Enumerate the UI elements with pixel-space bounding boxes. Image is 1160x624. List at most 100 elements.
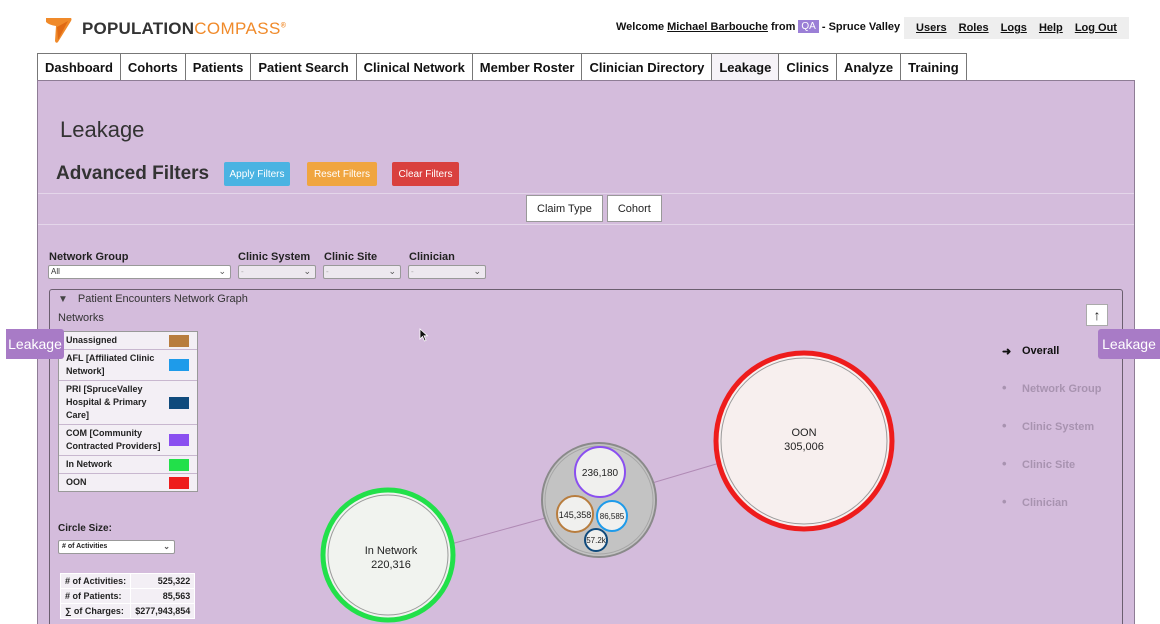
level-clinic-site[interactable]: • Clinic Site xyxy=(1002,456,1101,497)
logout-link[interactable]: Log Out xyxy=(1075,22,1117,34)
up-arrow-icon: ↑ xyxy=(1093,307,1101,323)
table-row: # of Activities: 525,322 xyxy=(61,574,195,588)
level-overall[interactable]: ➜ Overall xyxy=(1002,345,1101,383)
clear-filters-button[interactable]: Clear Filters xyxy=(392,162,459,186)
divider xyxy=(38,193,1134,194)
clinic-site-select[interactable]: - ⌄ xyxy=(323,265,401,279)
pri-node-value: 57.2k xyxy=(586,536,607,545)
level-clinician[interactable]: • Clinician xyxy=(1002,494,1101,535)
oon-node-label: OON xyxy=(791,427,816,439)
level-clinic-system[interactable]: • Clinic System xyxy=(1002,418,1101,459)
summary-stats-table: # of Activities: 525,322 # of Patients: 85… xyxy=(60,573,196,619)
stat-label: # of Activities: xyxy=(61,574,131,588)
welcome-prefix: Welcome xyxy=(616,20,665,33)
legend-swatch xyxy=(169,396,189,409)
stat-value: $277,943,854 xyxy=(131,604,195,618)
tab-leakage[interactable]: Leakage xyxy=(711,53,780,81)
apply-filters-button[interactable]: Apply Filters xyxy=(224,162,290,186)
compass-logo-icon xyxy=(46,18,72,43)
chevron-down-icon: ⌄ xyxy=(388,266,396,276)
chevron-down-icon: ⌄ xyxy=(218,266,226,276)
main-tabs: Dashboard Cohorts Patients Patient Searc… xyxy=(37,53,967,81)
legend-swatch xyxy=(169,334,189,347)
stat-value: 525,322 xyxy=(131,574,195,588)
tab-analyze[interactable]: Analyze xyxy=(835,53,902,81)
level-label: Overall xyxy=(1022,345,1060,357)
clinic-system-select[interactable]: - ⌄ xyxy=(238,265,316,279)
users-link[interactable]: Users xyxy=(916,22,947,34)
leakage-side-tab-left[interactable]: Leakage xyxy=(6,329,64,359)
network-graph: In Network 220,316 OON 305,006 236,180 1… xyxy=(320,350,895,623)
circle-size-value: # of Activities xyxy=(62,543,108,550)
tab-cohort[interactable]: Cohort xyxy=(606,195,662,222)
logs-link[interactable]: Logs xyxy=(1001,22,1027,34)
legend-label: PRI [SpruceValley Hospital & Primary Car… xyxy=(66,384,147,420)
tab-cohorts[interactable]: Cohorts xyxy=(119,53,186,81)
clinician-select[interactable]: - ⌄ xyxy=(408,265,486,279)
scroll-up-button[interactable]: ↑ xyxy=(1086,304,1108,326)
stat-label: # of Patients: xyxy=(61,589,131,603)
level-label: Clinic Site xyxy=(1022,459,1076,471)
tab-member-roster[interactable]: Member Roster xyxy=(471,53,583,81)
legend-swatch xyxy=(169,359,189,371)
tab-patient-search[interactable]: Patient Search xyxy=(250,53,357,81)
legend-label: COM [Community Contracted Providers] xyxy=(66,428,161,451)
level-label: Clinic System xyxy=(1022,421,1095,433)
bullet-icon: • xyxy=(1002,494,1007,509)
from-text: from xyxy=(770,20,796,33)
table-row: # of Patients: 85,563 xyxy=(61,589,195,603)
level-label: Network Group xyxy=(1022,383,1102,395)
networks-legend: Unassigned AFL [Affiliated Clinic Networ… xyxy=(58,331,198,492)
afl-node-value: 86,585 xyxy=(600,512,625,521)
circle-size-label: Circle Size: xyxy=(58,523,112,534)
legend-item-in-network: In Network xyxy=(59,456,197,474)
legend-label: In Network xyxy=(66,459,113,469)
bullet-icon: • xyxy=(1002,418,1007,433)
filter-subtabs: Claim Type Cohort xyxy=(526,195,662,222)
circle-size-select[interactable]: # of Activities ⌄ xyxy=(58,540,175,554)
tab-clinician-directory[interactable]: Clinician Directory xyxy=(581,53,713,81)
clinician-value: - xyxy=(411,267,414,276)
drilldown-levels: ➜ Overall • Network Group • Clinic System •… xyxy=(1002,345,1101,535)
chevron-down-icon: ⌄ xyxy=(163,542,170,551)
tab-clinics[interactable]: Clinics xyxy=(778,53,837,81)
tab-training[interactable]: Training xyxy=(900,53,967,81)
clinic-system-value: - xyxy=(241,267,244,276)
leakage-panel: Leakage Advanced Filters Apply Filters R… xyxy=(37,80,1135,624)
clinic-site-value: - xyxy=(326,267,329,276)
stat-value: 85,563 xyxy=(131,589,195,603)
tab-clinical-network[interactable]: Clinical Network xyxy=(355,53,473,81)
user-name-link[interactable]: Michael Barbouche xyxy=(667,21,768,33)
network-graph-section: ▼ Patient Encounters Network Graph Netwo… xyxy=(49,289,1123,624)
mouse-cursor-icon xyxy=(419,328,429,342)
arrow-right-icon: ➜ xyxy=(1002,346,1012,358)
top-nav-links: Users Roles Logs Help Log Out xyxy=(904,17,1129,39)
reset-filters-button[interactable]: Reset Filters xyxy=(307,162,377,186)
legend-swatch xyxy=(169,434,189,446)
advanced-filters-heading: Advanced Filters xyxy=(56,163,210,184)
legend-item-unassigned: Unassigned xyxy=(59,332,197,350)
graph-edge xyxy=(651,461,724,484)
in-network-node-label: In Network xyxy=(365,545,418,557)
tab-patients[interactable]: Patients xyxy=(184,53,252,81)
clinic-system-label: Clinic System xyxy=(238,251,311,263)
level-network-group[interactable]: • Network Group xyxy=(1002,380,1102,421)
oon-node-value: 305,006 xyxy=(784,441,824,453)
page-title: Leakage xyxy=(60,117,145,142)
app-header: POPULATIONCOMPASS® Welcome Michael Barbo… xyxy=(0,0,1160,52)
help-link[interactable]: Help xyxy=(1039,22,1063,34)
tab-claim-type[interactable]: Claim Type xyxy=(526,195,603,222)
bullet-icon: • xyxy=(1002,380,1007,395)
graph-edge xyxy=(450,516,550,545)
stat-label: ∑ of Charges: xyxy=(61,604,131,618)
legend-item-pri: PRI [SpruceValley Hospital & Primary Car… xyxy=(59,381,197,425)
org-name: - Spruce Valley xyxy=(821,20,901,33)
population-compass-logo[interactable]: POPULATIONCOMPASS® xyxy=(44,14,286,44)
tab-dashboard[interactable]: Dashboard xyxy=(37,53,121,81)
legend-swatch xyxy=(169,476,189,489)
unassigned-node-value: 145,358 xyxy=(559,510,592,520)
roles-link[interactable]: Roles xyxy=(959,22,989,34)
leakage-side-tab-right[interactable]: Leakage xyxy=(1098,329,1160,359)
level-label: Clinician xyxy=(1022,497,1068,509)
network-group-select[interactable]: All ⌄ xyxy=(48,265,231,279)
